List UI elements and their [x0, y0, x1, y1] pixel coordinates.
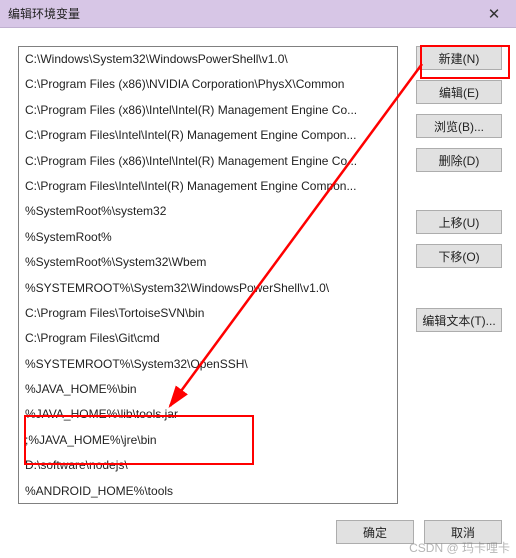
list-item[interactable]: C:\Program Files\Intel\Intel(R) Manageme…: [19, 174, 397, 199]
list-item[interactable]: ;%JAVA_HOME%\jre\bin: [19, 428, 397, 453]
list-item[interactable]: C:\Program Files\TortoiseSVN\bin: [19, 301, 397, 326]
delete-button[interactable]: 删除(D): [416, 148, 502, 172]
titlebar: 编辑环境变量 ✕: [0, 0, 516, 28]
list-item[interactable]: C:\Program Files\Git\cmd: [19, 326, 397, 351]
close-button[interactable]: ✕: [472, 0, 516, 28]
list-item[interactable]: D:\software\nodejs\: [19, 453, 397, 478]
list-item[interactable]: %SystemRoot%\System32\Wbem: [19, 250, 397, 275]
list-item[interactable]: C:\Program Files (x86)\Intel\Intel(R) Ma…: [19, 98, 397, 123]
env-var-listbox[interactable]: C:\Windows\System32\WindowsPowerShell\v1…: [18, 46, 398, 504]
move-up-button[interactable]: 上移(U): [416, 210, 502, 234]
list-item[interactable]: C:\Program Files\Intel\Intel(R) Manageme…: [19, 123, 397, 148]
cancel-button[interactable]: 取消: [424, 520, 502, 544]
browse-button[interactable]: 浏览(B)...: [416, 114, 502, 138]
list-item[interactable]: %SystemRoot%: [19, 225, 397, 250]
button-column: 新建(N) 编辑(E) 浏览(B)... 删除(D) 上移(U) 下移(O) 编…: [416, 46, 502, 504]
edit-text-button[interactable]: 编辑文本(T)...: [416, 308, 502, 332]
list-item[interactable]: C:\Program Files (x86)\NVIDIA Corporatio…: [19, 72, 397, 97]
dialog-content: C:\Windows\System32\WindowsPowerShell\v1…: [0, 28, 516, 558]
window-title: 编辑环境变量: [8, 5, 80, 22]
list-item[interactable]: %JAVA_HOME%\bin: [19, 377, 397, 402]
edit-button[interactable]: 编辑(E): [416, 80, 502, 104]
list-item[interactable]: %JAVA_HOME%\lib\tools.jar: [19, 402, 397, 427]
list-item[interactable]: %SYSTEMROOT%\System32\OpenSSH\: [19, 352, 397, 377]
close-icon: ✕: [488, 5, 501, 23]
list-item[interactable]: %SYSTEMROOT%\System32\WindowsPowerShell\…: [19, 276, 397, 301]
new-button[interactable]: 新建(N): [416, 46, 502, 70]
list-item[interactable]: %ANDROID_HOME%\tools: [19, 479, 397, 504]
list-item[interactable]: C:\Windows\System32\WindowsPowerShell\v1…: [19, 47, 397, 72]
dialog-footer: 确定 取消: [336, 520, 502, 544]
list-item[interactable]: C:\Program Files (x86)\Intel\Intel(R) Ma…: [19, 149, 397, 174]
move-down-button[interactable]: 下移(O): [416, 244, 502, 268]
list-item[interactable]: %SystemRoot%\system32: [19, 199, 397, 224]
ok-button[interactable]: 确定: [336, 520, 414, 544]
